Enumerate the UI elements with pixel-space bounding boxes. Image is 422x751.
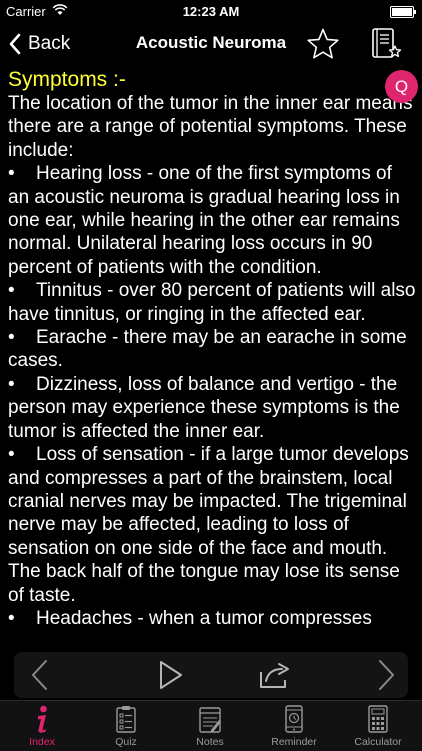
tab-label: Notes [196, 736, 224, 748]
symptom-list: • Hearing loss - one of the first symptom… [8, 162, 416, 630]
list-item: • Dizziness, loss of balance and vertigo … [8, 373, 416, 443]
tab-bar: Index Quiz Notes Reminder Calculator [0, 700, 422, 751]
list-item: • Headaches - when a tumor compresses [8, 607, 416, 630]
list-item: • Tinnitus - over 80 percent of patients … [8, 279, 416, 326]
bullet-mark: • [8, 280, 15, 302]
tab-label: Reminder [271, 736, 317, 748]
star-icon[interactable] [306, 27, 340, 61]
bullet-mark: • [8, 607, 15, 629]
page-title: Acoustic Neuroma [135, 33, 287, 52]
battery-icon [390, 6, 416, 18]
share-icon[interactable] [258, 660, 292, 690]
list-item: • Hearing loss - one of the first symptom… [8, 162, 416, 279]
intro-paragraph: The location of the tumor in the inner e… [8, 93, 413, 161]
list-item-text: Hearing loss - one of the first symptoms… [8, 163, 400, 278]
pager-bar [14, 652, 408, 698]
play-icon[interactable] [157, 659, 185, 691]
list-item-text: Dizziness, loss of balance and vertigo -… [8, 373, 400, 442]
reminder-phone-icon [285, 705, 303, 733]
bookmark-list-icon[interactable] [370, 26, 402, 62]
tab-calculator[interactable]: Calculator [336, 701, 420, 751]
chevron-right-icon[interactable] [374, 658, 398, 692]
calculator-icon [368, 705, 388, 733]
navigation-bar: Back Acoustic Neuroma [0, 22, 422, 66]
bullet-mark: • [8, 444, 15, 466]
article-content[interactable]: Symptoms :- The location of the tumor in… [8, 66, 416, 652]
notes-icon [199, 707, 221, 733]
list-item: • Loss of sensation - if a large tumor de… [8, 443, 416, 607]
info-icon [38, 705, 47, 733]
bullet-mark: • [8, 327, 15, 349]
bullet-mark: • [8, 373, 15, 395]
list-item-text: Loss of sensation - if a large tumor dev… [8, 444, 409, 606]
list-item-text: Earache - there may be an earache in som… [8, 327, 407, 372]
list-item: • Earache - there may be an earache in so… [8, 326, 416, 373]
list-item-text: Tinnitus - over 80 percent of patients w… [8, 280, 416, 325]
status-bar: Carrier 12:23 AM [0, 0, 422, 22]
list-item-text: Headaches - when a tumor compresses [36, 607, 372, 629]
quiz-button[interactable]: Q [385, 70, 418, 103]
tab-label: Index [29, 736, 55, 748]
section-heading: Symptoms :- [8, 68, 126, 91]
tab-quiz[interactable]: Quiz [84, 701, 168, 751]
chevron-left-icon[interactable] [28, 658, 52, 692]
tab-label: Quiz [115, 736, 137, 748]
tab-index[interactable]: Index [0, 701, 84, 751]
tab-label: Calculator [354, 736, 402, 748]
status-time: 12:23 AM [182, 4, 240, 19]
bullet-mark: • [8, 163, 15, 185]
quiz-clipboard-icon [116, 706, 136, 733]
tab-reminder[interactable]: Reminder [252, 701, 336, 751]
tab-notes[interactable]: Notes [168, 701, 252, 751]
